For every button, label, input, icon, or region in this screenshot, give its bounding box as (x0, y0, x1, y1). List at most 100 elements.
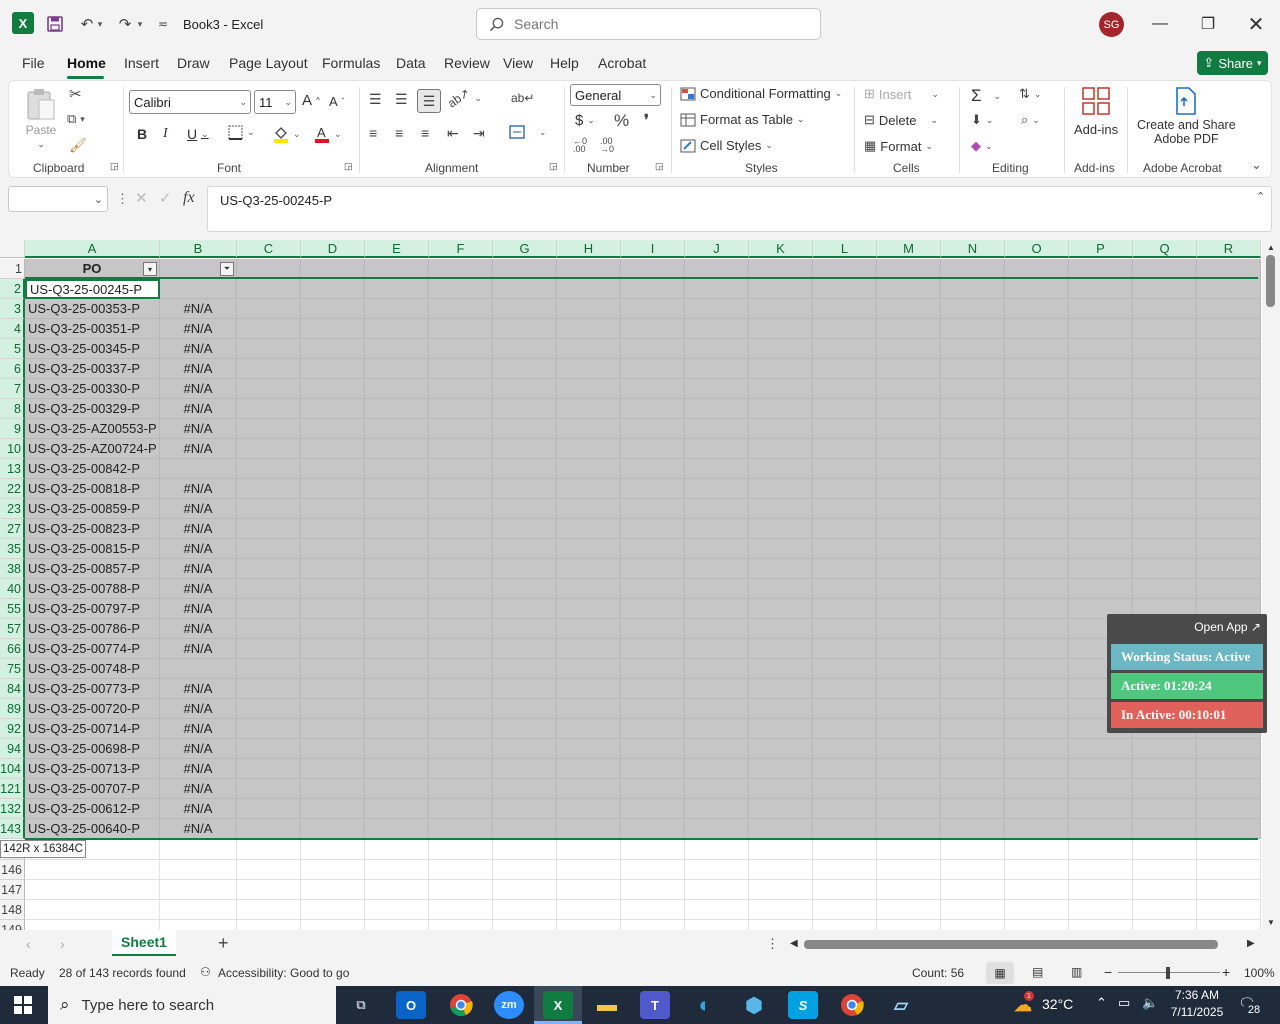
page-layout-view-icon[interactable]: ▤ (1032, 965, 1043, 979)
table-cell[interactable]: #N/A (160, 819, 237, 839)
table-cell[interactable]: US-Q3-25-00707-P (25, 779, 160, 799)
table-cell[interactable] (365, 479, 429, 499)
table-cell[interactable] (429, 880, 493, 900)
row-header[interactable]: 143 (0, 819, 25, 839)
column-header-o[interactable]: O (1005, 240, 1069, 258)
table-cell[interactable] (365, 459, 429, 479)
table-cell[interactable] (301, 459, 365, 479)
add-sheet-button[interactable]: + (218, 933, 229, 954)
tab-help[interactable]: Help (550, 55, 579, 71)
horizontal-scroll-thumb[interactable] (804, 940, 1218, 949)
table-cell[interactable] (877, 559, 941, 579)
table-cell[interactable] (1197, 479, 1261, 499)
table-cell[interactable] (941, 719, 1005, 739)
table-cell[interactable] (877, 359, 941, 379)
table-cell[interactable] (621, 819, 685, 839)
table-cell[interactable] (493, 920, 557, 930)
table-cell[interactable] (621, 659, 685, 679)
table-cell[interactable] (429, 819, 493, 839)
row-header[interactable]: 2 (0, 279, 25, 299)
table-cell[interactable] (621, 799, 685, 819)
table-cell[interactable] (1133, 359, 1197, 379)
table-cell[interactable] (1197, 860, 1261, 880)
column-header-i[interactable]: I (621, 240, 685, 258)
collapse-ribbon-icon[interactable]: ⌄ (1251, 157, 1262, 173)
table-cell[interactable] (621, 439, 685, 459)
table-cell[interactable] (941, 639, 1005, 659)
table-cell[interactable] (685, 539, 749, 559)
dialog-launcher-icon[interactable]: ◲ (549, 161, 558, 172)
table-cell[interactable] (429, 519, 493, 539)
table-cell[interactable] (237, 699, 301, 719)
table-cell[interactable] (1069, 499, 1133, 519)
table-cell[interactable] (493, 519, 557, 539)
table-cell[interactable] (301, 319, 365, 339)
table-cell[interactable] (813, 699, 877, 719)
table-cell[interactable] (1197, 880, 1261, 900)
table-cell[interactable]: US-Q3-25-00774-P (25, 639, 160, 659)
taskbar-search[interactable]: ⌕ Type here to search (48, 986, 336, 1024)
table-cell[interactable] (365, 379, 429, 399)
row-header[interactable]: 6 (0, 359, 25, 379)
table-cell[interactable] (557, 279, 621, 299)
table-cell[interactable] (685, 679, 749, 699)
table-cell[interactable] (1005, 419, 1069, 439)
table-cell[interactable]: US-Q3-25-00797-P (25, 599, 160, 619)
table-cell[interactable] (429, 840, 493, 860)
filter-active-icon[interactable]: ⏷ (220, 262, 234, 276)
table-cell[interactable] (301, 339, 365, 359)
table-cell[interactable] (237, 579, 301, 599)
table-cell[interactable] (1069, 399, 1133, 419)
table-cell[interactable]: US-Q3-25-00713-P (25, 759, 160, 779)
column-header-g[interactable]: G (493, 240, 557, 258)
worksheet-grid[interactable]: A B C D E F G H I J K L M N O P Q R 1 PO ▾ ⏷ 2 US-Q3-25-00245-P… (0, 240, 1262, 930)
table-cell[interactable] (1197, 519, 1261, 539)
increase-font-icon[interactable]: A ^ (302, 92, 320, 109)
table-cell[interactable] (749, 679, 813, 699)
table-cell[interactable] (493, 279, 557, 299)
table-cell[interactable] (1069, 819, 1133, 839)
table-cell[interactable] (557, 319, 621, 339)
table-cell[interactable] (813, 799, 877, 819)
table-cell[interactable] (749, 759, 813, 779)
underline-button[interactable]: U ⌄ (187, 126, 209, 142)
table-cell[interactable] (557, 359, 621, 379)
scroll-down-icon[interactable]: ▼ (1267, 918, 1275, 927)
table-cell[interactable] (813, 639, 877, 659)
more-options-icon[interactable]: ⋮ (766, 936, 779, 952)
table-cell[interactable] (1005, 739, 1069, 759)
row-header[interactable]: 4 (0, 319, 25, 339)
avatar[interactable]: SG (1099, 12, 1124, 37)
table-cell[interactable] (621, 319, 685, 339)
table-cell[interactable] (813, 579, 877, 599)
table-cell[interactable]: #N/A (160, 559, 237, 579)
table-cell[interactable] (493, 459, 557, 479)
table-cell[interactable] (365, 439, 429, 459)
table-cell[interactable] (301, 299, 365, 319)
table-cell[interactable]: US-Q3-25-00788-P (25, 579, 160, 599)
table-cell[interactable] (1197, 419, 1261, 439)
table-cell[interactable] (493, 840, 557, 860)
table-cell[interactable] (365, 619, 429, 639)
dialog-launcher-icon[interactable]: ◲ (110, 161, 119, 172)
row-header[interactable]: 66 (0, 639, 25, 659)
table-cell[interactable] (365, 579, 429, 599)
table-cell[interactable] (365, 819, 429, 839)
table-cell[interactable] (557, 679, 621, 699)
bold-button[interactable]: B (137, 126, 147, 142)
customize-toolbar-icon[interactable]: ≂ (152, 13, 174, 35)
table-cell[interactable]: #N/A (160, 679, 237, 699)
table-cell[interactable] (160, 860, 237, 880)
table-cell[interactable] (493, 819, 557, 839)
table-cell[interactable] (237, 599, 301, 619)
row-header[interactable]: 38 (0, 559, 25, 579)
column-header-q[interactable]: Q (1133, 240, 1197, 258)
table-cell[interactable] (365, 699, 429, 719)
table-cell[interactable] (1069, 860, 1133, 880)
table-cell[interactable] (685, 419, 749, 439)
table-cell[interactable] (685, 379, 749, 399)
table-cell[interactable] (237, 359, 301, 379)
table-cell[interactable] (877, 900, 941, 920)
column-header-e[interactable]: E (365, 240, 429, 258)
table-cell[interactable] (160, 880, 237, 900)
